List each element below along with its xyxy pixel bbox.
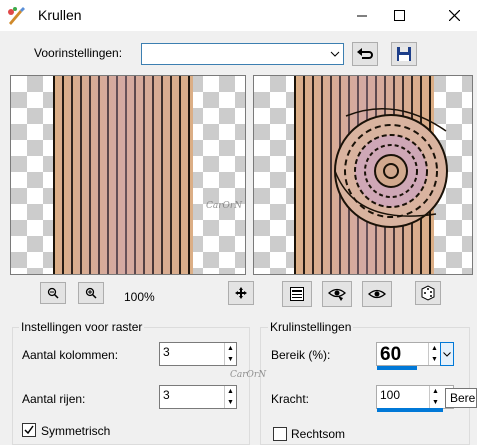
zoom-level: 100% [124, 290, 155, 304]
columns-spinbox[interactable]: 3 ▲ ▼ [159, 342, 237, 366]
watermark: CarOrN [206, 201, 243, 211]
range-spinbox[interactable]: 60 ▲ ▼ [376, 342, 454, 366]
auto-proof-button[interactable] [362, 281, 392, 307]
columns-value: 3 [163, 345, 170, 359]
zoom-in-button[interactable] [78, 282, 104, 304]
strength-slider[interactable] [377, 408, 443, 412]
watermark: CarOrN [230, 370, 267, 380]
strength-spinbox[interactable]: 100 ▲ ▼ [376, 385, 454, 409]
range-dropdown-button[interactable] [440, 342, 454, 366]
reset-button[interactable] [352, 42, 378, 66]
spin-down-icon[interactable]: ▼ [225, 354, 236, 365]
columns-label: Aantal kolommen: [22, 348, 119, 362]
strength-label: Kracht: [271, 392, 310, 406]
result-preview[interactable] [253, 75, 473, 275]
pan-button[interactable] [228, 281, 254, 305]
zoom-out-button[interactable] [40, 282, 66, 304]
spin-up-icon[interactable]: ▲ [225, 386, 236, 397]
spin-down-icon[interactable]: ▼ [429, 354, 440, 365]
preview-icon [290, 287, 304, 301]
checkmark-icon [24, 425, 34, 435]
chevron-down-icon [327, 44, 343, 64]
minimize-icon [357, 15, 367, 16]
spin-down-icon[interactable]: ▼ [225, 397, 236, 408]
rows-spinbox[interactable]: 3 ▲ ▼ [159, 385, 237, 409]
clockwise-label: Rechtsom [291, 427, 346, 441]
range-label: Bereik (%): [271, 348, 331, 362]
spin-up-icon[interactable]: ▲ [225, 343, 236, 354]
eye-hand-icon [328, 288, 346, 301]
tooltip: Bere [445, 388, 477, 408]
zoom-out-icon [47, 287, 59, 299]
range-value: 60 [380, 344, 402, 365]
close-icon [448, 10, 460, 21]
dice-icon [421, 285, 435, 301]
eye-icon [368, 289, 386, 299]
title-bar: Krullen [0, 0, 477, 31]
randomize-button[interactable] [415, 281, 441, 305]
spin-up-icon[interactable]: ▲ [429, 343, 440, 354]
maximize-button[interactable] [376, 0, 422, 31]
range-slider[interactable] [377, 366, 417, 370]
curl-effect-image [334, 107, 448, 228]
zoom-in-icon [85, 287, 97, 299]
spin-down-icon[interactable]: ▼ [430, 397, 441, 408]
window-title: Krullen [38, 7, 82, 23]
curl-settings-title: Krulinstellingen [268, 320, 354, 334]
strength-value: 100 [380, 388, 401, 402]
maximize-icon [393, 10, 405, 21]
save-icon [397, 47, 411, 61]
rows-value: 3 [163, 388, 170, 402]
proof-button[interactable] [322, 281, 352, 307]
original-preview[interactable]: CarOrN [10, 75, 246, 275]
close-button[interactable] [431, 0, 477, 31]
chevron-down-icon [443, 351, 451, 357]
symmetric-label: Symmetrisch [41, 424, 111, 438]
preview-toggle-button[interactable] [282, 281, 312, 307]
spin-up-icon[interactable]: ▲ [430, 386, 441, 397]
app-icon [8, 7, 25, 25]
presets-label: Voorinstellingen: [34, 46, 123, 60]
stripes-image [53, 76, 193, 274]
save-preset-button[interactable] [391, 42, 417, 66]
undo-icon [357, 48, 373, 59]
clockwise-checkbox[interactable] [273, 427, 287, 441]
presets-dropdown[interactable] [141, 43, 344, 65]
rows-label: Aantal rijen: [22, 392, 86, 406]
move-icon [235, 287, 247, 299]
raster-settings-title: Instellingen voor raster [19, 320, 145, 334]
symmetric-checkbox[interactable] [22, 423, 36, 437]
